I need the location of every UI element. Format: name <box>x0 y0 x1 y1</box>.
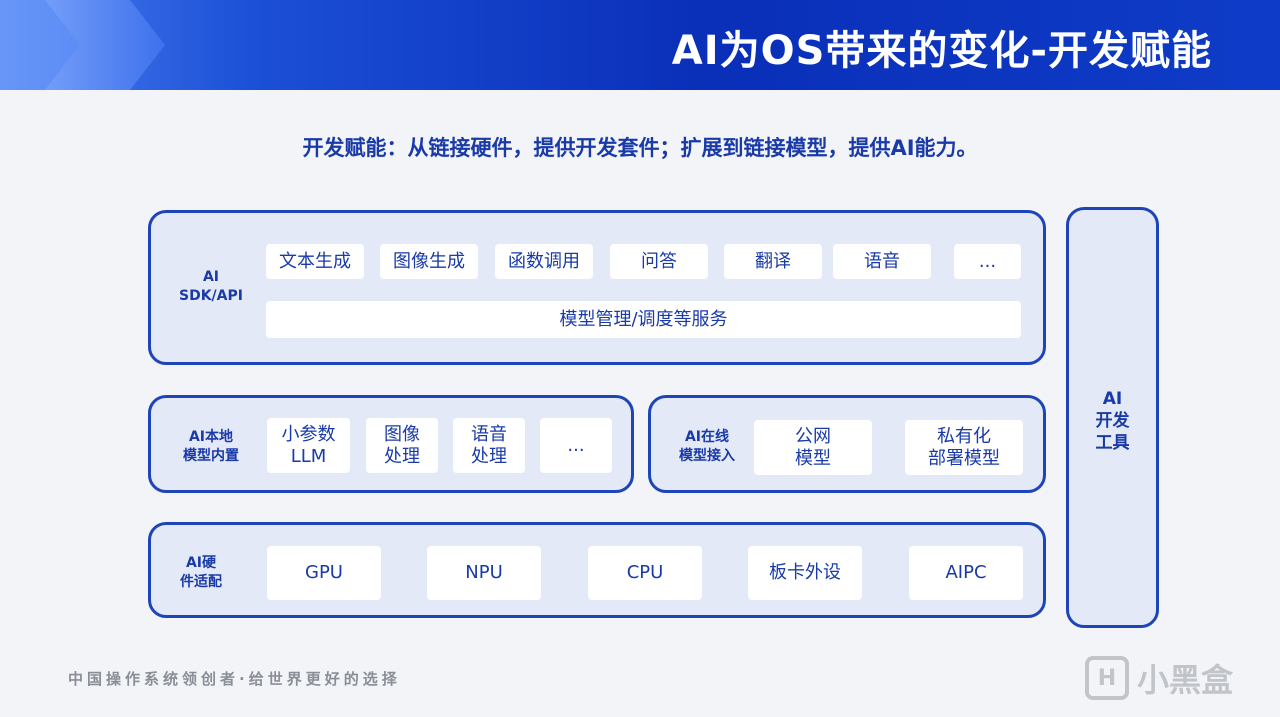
local-chip: 小参数 LLM <box>267 418 350 473</box>
sdk-chip: 图像生成 <box>380 244 478 279</box>
hardware-chip: NPU <box>427 546 541 600</box>
online-model-panel-label: AI在线 模型接入 <box>679 429 735 464</box>
local-model-panel-label: AI本地 模型内置 <box>183 429 239 464</box>
online-model-panel: AI在线 模型接入 公网 模型 私有化 部署模型 <box>648 395 1046 493</box>
hardware-chip: 板卡外设 <box>748 546 862 600</box>
online-chip: 公网 模型 <box>754 420 872 475</box>
sdk-chip: 文本生成 <box>266 244 364 279</box>
sdk-chip-more: ... <box>954 244 1021 279</box>
footer-slogan: 中国操作系统领创者·给世界更好的选择 <box>68 670 401 688</box>
ai-dev-tools-label: AI 开发 工具 <box>1095 389 1130 453</box>
local-chip: 图像 处理 <box>366 418 438 473</box>
hardware-chip: GPU <box>267 546 381 600</box>
ai-dev-tools-panel: AI 开发 工具 <box>1066 207 1159 628</box>
header-banner: AI为OS带来的变化-开发赋能 <box>0 0 1280 90</box>
slide-title: AI为OS带来的变化-开发赋能 <box>671 28 1212 74</box>
sdk-chip: 函数调用 <box>495 244 593 279</box>
hardware-chip: AIPC <box>909 546 1023 600</box>
local-chip-more: ... <box>540 418 612 473</box>
local-chip: 语音 处理 <box>453 418 525 473</box>
online-chip: 私有化 部署模型 <box>905 420 1023 475</box>
local-model-panel: AI本地 模型内置 小参数 LLM 图像 处理 语音 处理 ... <box>148 395 634 493</box>
hardware-panel: AI硬 件适配 GPU NPU CPU 板卡外设 AIPC <box>148 522 1046 618</box>
watermark: H 小黑盒 <box>1085 652 1255 704</box>
sdk-api-panel: AI SDK/API 文本生成 图像生成 函数调用 问答 翻译 语音 ... 模… <box>148 210 1046 365</box>
sdk-chip: 翻译 <box>724 244 822 279</box>
hardware-panel-label: AI硬 件适配 <box>180 555 222 590</box>
sdk-api-panel-label: AI SDK/API <box>179 269 243 304</box>
sdk-chip: 问答 <box>610 244 708 279</box>
watermark-text: 小黑盒 <box>1137 661 1234 699</box>
hardware-chip: CPU <box>588 546 702 600</box>
slide-subtitle: 开发赋能：从链接硬件，提供开发套件；扩展到链接模型，提供AI能力。 <box>302 136 978 160</box>
sdk-chip: 语音 <box>833 244 931 279</box>
model-service-bar: 模型管理/调度等服务 <box>266 301 1021 338</box>
watermark-logo-icon: H <box>1085 656 1129 700</box>
